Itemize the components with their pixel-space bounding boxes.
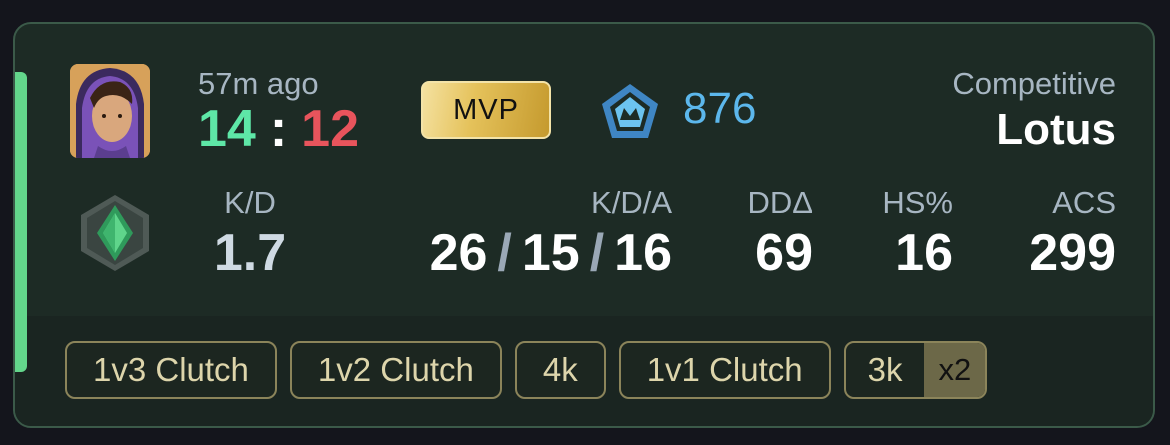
- match-time-ago: 57m ago: [198, 66, 319, 101]
- assists-value: 16: [614, 224, 672, 282]
- kda-value: 26/15/16: [430, 223, 672, 283]
- highlight-label: 1v3 Clutch: [93, 351, 249, 388]
- match-card[interactable]: 57m ago 14:12 MVP 876 Competitive Lotus …: [13, 22, 1155, 428]
- highlight-label: 1v1 Clutch: [646, 351, 803, 388]
- kd-label: K/D: [224, 185, 276, 220]
- win-accent-bar: [15, 72, 27, 372]
- enemy-score: 12: [301, 100, 360, 158]
- highlight-label: 3k: [867, 351, 903, 388]
- highlight-badge: 4k: [514, 341, 606, 399]
- dd-delta-label: DDΔ: [747, 185, 813, 220]
- game-mode: Competitive: [952, 66, 1116, 101]
- rank-rating: 876: [683, 84, 757, 133]
- rank-emblem-icon: [598, 80, 662, 144]
- acs-label: ACS: [1052, 185, 1116, 220]
- headshot-value: 16: [895, 224, 953, 282]
- map-name: Lotus: [996, 105, 1116, 154]
- kda-slash: /: [497, 224, 512, 282]
- highlight-badges: 1v3 Clutch 1v2 Clutch 4k 1v1 Clutch 3k x2: [65, 341, 988, 399]
- mvp-badge: MVP: [421, 81, 551, 139]
- kd-value: 1.7: [213, 224, 287, 282]
- highlight-multiplier: x2: [924, 343, 986, 397]
- highlight-label: 1v2 Clutch: [317, 351, 474, 388]
- highlight-badge: 1v2 Clutch: [289, 341, 502, 399]
- deaths-value: 15: [521, 224, 580, 282]
- acs-value: 299: [1029, 224, 1116, 282]
- kda-slash: /: [589, 224, 605, 282]
- team-score: 14: [198, 100, 256, 158]
- agent-crystal-icon: [73, 191, 157, 275]
- highlight-label: 4k: [542, 351, 578, 388]
- score-separator: :: [269, 100, 288, 158]
- headshot-label: HS%: [882, 185, 953, 220]
- dd-delta-value: 69: [755, 224, 813, 282]
- highlight-badge-multiplied: 3k x2: [843, 341, 988, 399]
- kills-value: 26: [429, 224, 488, 282]
- match-score: 14:12: [198, 100, 359, 158]
- highlight-badge: 1v1 Clutch: [618, 341, 831, 399]
- kda-label: K/D/A: [591, 185, 672, 220]
- agent-portrait: [70, 64, 150, 158]
- highlight-badge: 1v3 Clutch: [65, 341, 277, 399]
